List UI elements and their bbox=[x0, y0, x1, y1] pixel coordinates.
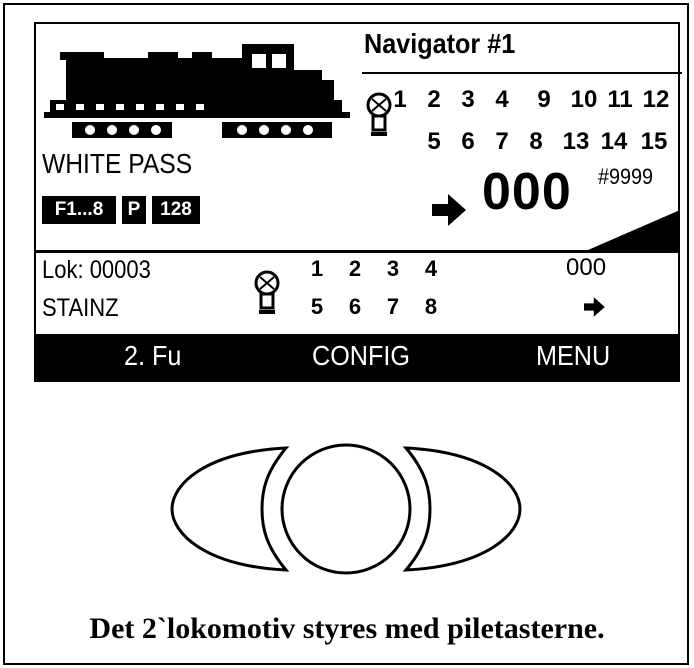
loco2-name: STAINZ bbox=[42, 294, 119, 322]
function-number: 1 bbox=[393, 86, 407, 113]
function-number: 11 bbox=[607, 86, 633, 113]
left-arrow-key[interactable] bbox=[170, 446, 290, 572]
function-range-badge: F1...8 bbox=[42, 196, 116, 224]
softkey-config-button[interactable]: CONFIG bbox=[312, 340, 410, 372]
navigator-title: Navigator #1 bbox=[364, 28, 516, 59]
loco2-speed: 000 bbox=[566, 254, 607, 281]
direction-arrow-icon bbox=[432, 194, 466, 226]
softkey-menu-bar: 2. Fu CONFIG MENU bbox=[36, 334, 678, 380]
protocol-badge: P bbox=[122, 196, 146, 224]
function-number: 2 bbox=[348, 256, 362, 281]
lok-address-label: Lok: 00003 bbox=[42, 256, 151, 284]
loco-address: #9999 bbox=[598, 164, 654, 189]
softkey-left-button[interactable]: 2. Fu bbox=[124, 340, 181, 372]
function-number: 12 bbox=[642, 86, 670, 113]
function-number: 6 bbox=[461, 128, 475, 155]
function-number: 3 bbox=[461, 86, 475, 113]
bulb-icon bbox=[254, 270, 280, 314]
function-number: 8 bbox=[424, 294, 438, 319]
caption-text: Det 2`lokomotiv styres med piletasterne. bbox=[89, 612, 605, 645]
function-number: 15 bbox=[640, 128, 668, 155]
locomotive-icon bbox=[44, 44, 350, 138]
function-number: 5 bbox=[310, 294, 324, 319]
function-number: 3 bbox=[386, 256, 400, 281]
function-number: 14 bbox=[600, 128, 628, 155]
function-number: 13 bbox=[562, 128, 590, 155]
function-number: 7 bbox=[495, 128, 509, 155]
center-key[interactable] bbox=[280, 443, 412, 575]
lcd-display: Navigator #1 1 2 3 4 9 10 11 12 5 6 7 8 … bbox=[34, 22, 682, 382]
softkey-menu-button[interactable]: MENU bbox=[536, 340, 610, 372]
function-number: 1 bbox=[310, 256, 324, 281]
function-number: 8 bbox=[529, 128, 543, 155]
function-number: 10 bbox=[570, 86, 598, 113]
function-number: 2 bbox=[427, 86, 441, 113]
function-number: 5 bbox=[427, 128, 441, 155]
function-number: 7 bbox=[386, 294, 400, 319]
speed-steps-badge: 128 bbox=[152, 196, 200, 224]
direction-arrow-icon bbox=[584, 297, 605, 317]
function-number: 9 bbox=[537, 86, 551, 113]
loco-name: WHITE PASS bbox=[42, 148, 193, 179]
right-arrow-key[interactable] bbox=[402, 446, 522, 572]
speed-value: 000 bbox=[482, 163, 572, 221]
function-number: 6 bbox=[348, 294, 362, 319]
speed-bar-icon bbox=[588, 210, 680, 250]
display-divider bbox=[36, 250, 678, 253]
function-number: 4 bbox=[495, 86, 509, 113]
function-number: 4 bbox=[424, 256, 438, 281]
title-divider bbox=[362, 72, 682, 74]
navigation-keys-icon[interactable] bbox=[166, 434, 526, 584]
